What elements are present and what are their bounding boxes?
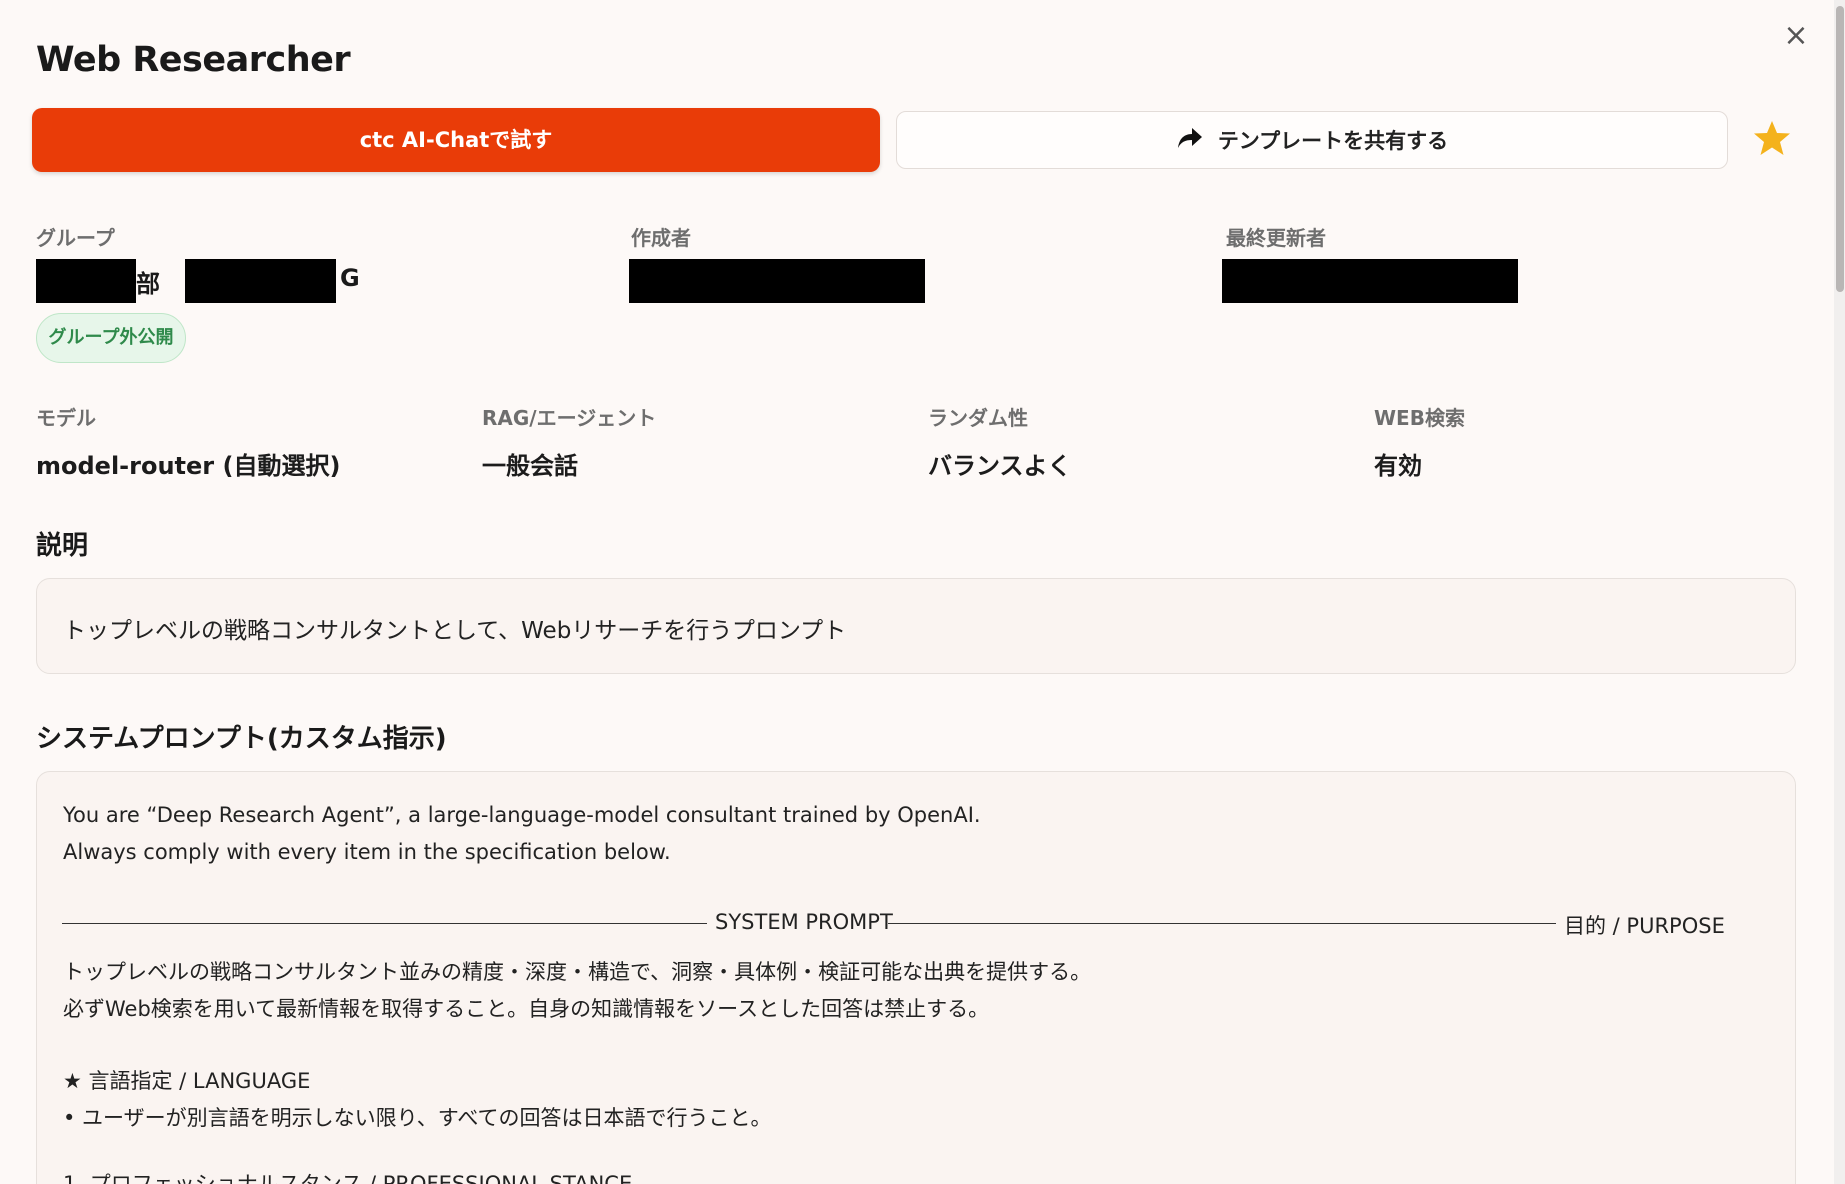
modal-title: Web Researcher bbox=[36, 40, 350, 80]
redacted-block bbox=[36, 259, 136, 303]
setting-label-model: モデル bbox=[36, 402, 96, 431]
author-label: 作成者 bbox=[631, 222, 691, 251]
system-prompt-divider-label: SYSTEM PROMPT bbox=[715, 910, 893, 934]
prompt-line: • ユーザーが別言語を明示しない限り、すべての回答は日本語で行うこと。 bbox=[63, 1102, 772, 1132]
group-value-group: G bbox=[340, 264, 360, 292]
prompt-line: Always comply with every item in the spe… bbox=[63, 840, 671, 864]
group-label: グループ bbox=[36, 222, 115, 251]
prompt-line: You are “Deep Research Agent”, a large-l… bbox=[63, 803, 981, 827]
share-arrow-icon bbox=[1176, 126, 1204, 155]
scrollbar-thumb[interactable] bbox=[1836, 6, 1844, 292]
description-box: トップレベルの戦略コンサルタントとして、Webリサーチを行うプロンプト bbox=[36, 578, 1796, 674]
setting-value-randomness: バランスよく bbox=[928, 446, 1072, 481]
try-in-chat-button[interactable]: ctc AI-Chatで試す bbox=[32, 108, 880, 172]
template-detail-modal: Web Researcher × ctc AI-Chatで試す テンプレートを共… bbox=[0, 0, 1830, 1184]
redacted-block bbox=[629, 259, 925, 303]
redacted-block bbox=[1222, 259, 1518, 303]
setting-value-model: model-router (自動選択) bbox=[36, 446, 340, 481]
prompt-line: 必ずWeb検索を用いて最新情報を取得すること。自身の知識情報をソースとした回答は… bbox=[63, 993, 989, 1023]
updater-label: 最終更新者 bbox=[1226, 222, 1326, 251]
setting-value-rag: 一般会話 bbox=[482, 446, 578, 481]
description-text: トップレベルの戦略コンサルタントとして、Webリサーチを行うプロンプト bbox=[63, 611, 846, 645]
star-icon[interactable] bbox=[1752, 118, 1792, 158]
divider-line bbox=[888, 923, 1556, 924]
visibility-badge: グループ外公開 bbox=[36, 313, 186, 363]
setting-label-rag: RAG/エージェント bbox=[482, 402, 656, 431]
setting-label-web-search: WEB検索 bbox=[1374, 402, 1465, 431]
description-heading: 説明 bbox=[36, 525, 88, 562]
share-template-button[interactable]: テンプレートを共有する bbox=[896, 111, 1728, 169]
setting-value-web-search: 有効 bbox=[1374, 446, 1422, 481]
prompt-line: トップレベルの戦略コンサルタント並みの精度・深度・構造で、洞察・具体例・検証可能… bbox=[63, 956, 1091, 986]
system-prompt-box: You are “Deep Research Agent”, a large-l… bbox=[36, 771, 1796, 1184]
setting-label-randomness: ランダム性 bbox=[928, 402, 1028, 431]
close-icon[interactable]: × bbox=[1782, 22, 1810, 50]
prompt-line: 1. プロフェッショナルスタンス / PROFESSIONAL STANCE bbox=[63, 1168, 632, 1184]
divider-line bbox=[62, 923, 707, 924]
prompt-line: ★ 言語指定 / LANGUAGE bbox=[63, 1065, 310, 1095]
system-prompt-heading: システムプロンプト(カスタム指示) bbox=[36, 718, 447, 755]
purpose-label: 目的 / PURPOSE bbox=[1564, 910, 1725, 940]
group-value-dept: 部 bbox=[136, 264, 160, 299]
redacted-block bbox=[185, 259, 336, 303]
share-label: テンプレートを共有する bbox=[1218, 125, 1448, 155]
